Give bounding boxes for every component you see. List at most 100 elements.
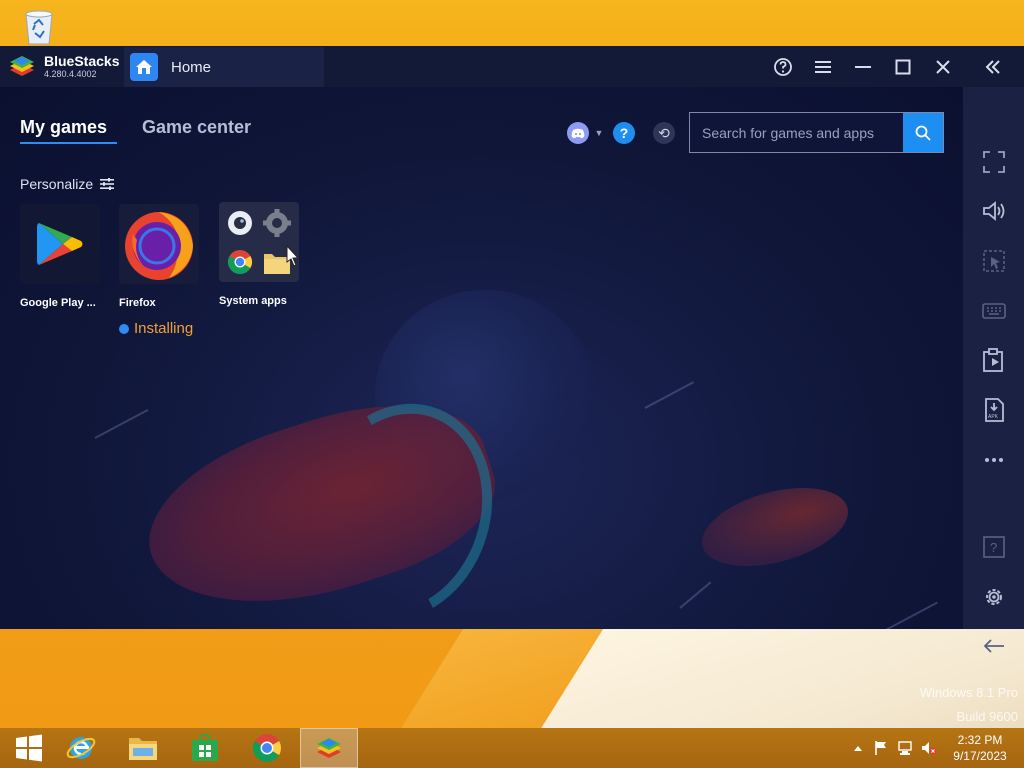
recycle-bin-icon[interactable]	[20, 6, 58, 46]
minimize-button[interactable]	[851, 55, 875, 79]
google-play-icon	[20, 204, 100, 284]
help-icon: ?	[983, 536, 1005, 558]
more-options-button[interactable]	[981, 447, 1007, 473]
app-tile-system-apps[interactable]: System apps	[219, 202, 299, 307]
maximize-icon	[895, 59, 911, 75]
search-button[interactable]	[903, 113, 943, 152]
background-streak	[879, 601, 938, 629]
tab-home[interactable]: Home	[124, 47, 324, 87]
search-input[interactable]	[690, 113, 903, 152]
chrome-icon	[253, 734, 281, 762]
discord-dropdown-icon[interactable]: ▼	[594, 122, 604, 144]
multi-instance-icon	[983, 348, 1003, 372]
system-clock[interactable]: 2:32 PM 9/17/2023	[942, 732, 1018, 764]
app-name: BlueStacks	[44, 53, 120, 69]
windows-build-text: Build 9600	[956, 709, 1018, 724]
tab-home-label: Home	[171, 58, 212, 76]
discord-icon	[571, 128, 585, 138]
discord-button[interactable]	[567, 122, 589, 144]
help-button[interactable]	[771, 55, 795, 79]
app-name-label: System apps	[219, 295, 287, 307]
keyboard-button[interactable]	[981, 298, 1007, 324]
close-button[interactable]	[931, 55, 955, 79]
question-icon	[774, 58, 792, 76]
right-sidebar: APK ?	[963, 87, 1024, 653]
back-button[interactable]	[981, 633, 1007, 659]
app-tile-google-play[interactable]: Google Play ...	[20, 204, 100, 309]
hamburger-icon	[815, 61, 831, 73]
network-button[interactable]	[897, 740, 913, 756]
keyboard-icon	[982, 303, 1006, 319]
personalize-button[interactable]: Personalize	[20, 176, 115, 192]
home-icon	[130, 53, 158, 81]
volume-icon	[983, 201, 1005, 221]
taskbar-bluestacks[interactable]	[300, 728, 358, 768]
refresh-icon[interactable]: ⟲	[653, 122, 675, 144]
windows-logo-icon	[16, 734, 42, 762]
system-apps-folder-icon	[219, 202, 299, 282]
start-button[interactable]	[0, 728, 58, 768]
app-name-label: Firefox	[119, 297, 156, 309]
taskbar-file-explorer[interactable]	[114, 728, 172, 768]
multi-instance-button[interactable]	[981, 347, 1007, 373]
game-controls-button[interactable]	[981, 248, 1007, 274]
app-name-label: Google Play ...	[20, 297, 96, 309]
chevron-up-icon	[854, 746, 862, 751]
taskbar-store[interactable]	[176, 728, 234, 768]
status-dot-icon	[119, 323, 129, 334]
search-box	[689, 112, 944, 153]
settings-button[interactable]	[981, 584, 1007, 610]
bluestacks-logo-icon	[10, 56, 34, 76]
more-icon	[985, 458, 1003, 462]
collapse-sidebar-button[interactable]	[981, 55, 1005, 79]
bluestacks-taskbar-icon	[317, 738, 341, 758]
help-sidebar-button[interactable]: ?	[981, 534, 1007, 560]
internet-explorer-icon	[66, 737, 96, 759]
menu-button[interactable]	[811, 55, 835, 79]
install-apk-icon: APK	[985, 398, 1004, 422]
windows-taskbar: 2:32 PM 9/17/2023	[0, 728, 1024, 768]
svg-text:APK: APK	[988, 414, 999, 420]
title-bar[interactable]: BlueStacks 4.280.4.4002 Home	[0, 46, 1024, 87]
clock-time: 2:32 PM	[957, 733, 1003, 747]
app-tile-firefox[interactable]: Firefox Installing	[119, 204, 199, 337]
show-hidden-icons-button[interactable]	[850, 740, 866, 756]
install-apk-button[interactable]: APK	[981, 397, 1007, 423]
network-icon	[898, 741, 912, 755]
double-chevron-left-icon	[985, 60, 1000, 74]
controls-icon	[983, 250, 1005, 272]
file-explorer-icon	[129, 738, 157, 760]
personalize-label: Personalize	[20, 176, 94, 192]
close-icon	[936, 60, 950, 74]
background-streak	[644, 381, 695, 409]
tab-game-center[interactable]: Game center	[142, 117, 251, 138]
background-streak	[94, 408, 149, 439]
volume-button[interactable]	[981, 198, 1007, 224]
background-rocket-small	[693, 473, 857, 581]
fullscreen-button[interactable]	[981, 149, 1007, 175]
firefox-icon	[119, 204, 199, 284]
taskbar-internet-explorer[interactable]	[52, 728, 110, 768]
search-icon	[915, 125, 931, 141]
svg-text:?: ?	[990, 540, 997, 555]
install-status-label: Installing	[134, 320, 194, 337]
taskbar-chrome[interactable]	[238, 728, 296, 768]
fullscreen-icon	[983, 151, 1005, 173]
tab-my-games[interactable]: My games	[20, 117, 107, 138]
app-version: 4.280.4.4002	[44, 69, 97, 79]
maximize-button[interactable]	[891, 55, 915, 79]
store-icon	[192, 734, 218, 761]
clock-date: 9/17/2023	[953, 749, 1007, 763]
brand: BlueStacks 4.280.4.4002	[8, 52, 119, 80]
volume-tray-button[interactable]	[921, 740, 937, 756]
settings-icon	[986, 589, 1002, 605]
background-streak	[679, 581, 712, 609]
help-circle-icon[interactable]: ?	[613, 122, 635, 144]
action-center-button[interactable]	[873, 740, 889, 756]
volume-muted-icon	[922, 742, 937, 755]
active-tab-indicator	[20, 142, 117, 144]
bluestacks-window: BlueStacks 4.280.4.4002 Home My games Ga…	[0, 46, 1024, 653]
flag-icon	[875, 741, 886, 755]
home-content: My games Game center Personalize ▼ ? ⟲ S…	[0, 87, 963, 629]
windows-edition-text: Windows 8.1 Pro	[919, 685, 1018, 700]
